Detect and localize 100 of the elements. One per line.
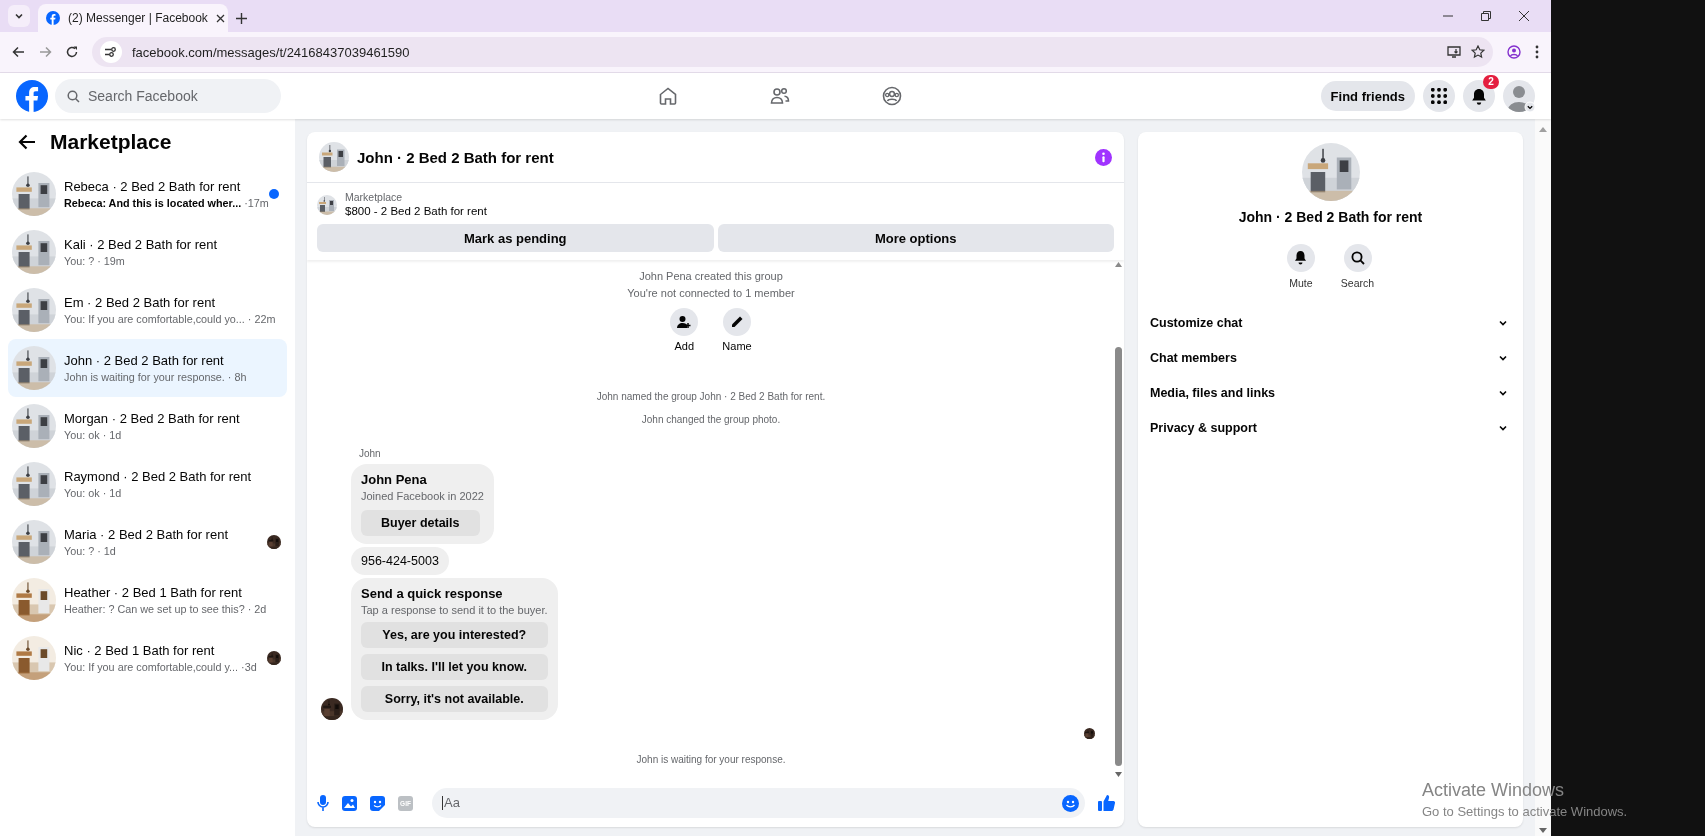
conversation-title: Raymond · 2 Bed 2 Bath for rent (64, 467, 253, 485)
chevron-icon (1499, 354, 1507, 361)
notification-badge: 2 (1483, 75, 1499, 89)
conversation-item[interactable]: Morgan · 2 Bed 2 Bath for rent You: ok · 1d (8, 397, 287, 455)
reload-icon[interactable] (66, 46, 78, 58)
find-friends-button[interactable]: Find friends (1320, 81, 1415, 111)
facebook-logo[interactable] (16, 80, 48, 112)
conversation-item[interactable]: Heather · 2 Bed 1 Bath for rent Heather: ? Can we set up to see this? · 2d (8, 571, 287, 629)
message-time: · 1d (102, 485, 122, 501)
group-event-text: John Pena created this group (639, 269, 783, 284)
chevron-icon (14, 11, 24, 21)
profile-name: John Pena (361, 472, 428, 487)
back-arrow-icon[interactable] (18, 134, 36, 150)
site-settings-icon[interactable] (105, 47, 117, 57)
conversation-title: Maria · 2 Bed 2 Bath for rent (64, 525, 230, 543)
message-time: · 1d (102, 427, 122, 443)
message-time: · 22m (247, 311, 276, 327)
photo-icon[interactable] (342, 795, 357, 811)
collapsible-section[interactable]: Privacy & support (1150, 410, 1511, 445)
scroll-down-icon[interactable] (1539, 828, 1547, 833)
message-time: · 1d (97, 543, 116, 559)
conversation-item[interactable]: Maria · 2 Bed 2 Bath for rent You: ? · 1d (8, 513, 287, 571)
menu-icon[interactable] (1535, 45, 1539, 59)
message-preview: Heather: ? Can we set up to see this? (64, 601, 245, 617)
waiting-notice: John is waiting for your response. (636, 753, 786, 766)
quick-response-button[interactable]: Sorry, it's not available. (361, 686, 548, 712)
browser-tab[interactable]: (2) Messenger | Facebook (38, 4, 228, 32)
conversation-title: Heather · 2 Bed 1 Bath for rent (64, 583, 243, 601)
message-time: · 2d (247, 601, 267, 617)
message-preview: You: ok (64, 485, 100, 501)
message-time: · 19m (97, 253, 125, 269)
conversation-title: Kali · 2 Bed 2 Bath for rent (64, 235, 219, 253)
collapsible-section[interactable]: Chat members (1150, 340, 1511, 375)
conversation-item[interactable]: Em · 2 Bed 2 Bath for rent You: If you are comfortable,could yo... · 22m (8, 281, 287, 339)
pencil-icon (730, 315, 744, 329)
scroll-down-icon[interactable] (1115, 772, 1122, 777)
menu-button[interactable] (1423, 80, 1455, 112)
message-preview: John is waiting for your response. (64, 369, 225, 385)
info-icon[interactable] (1095, 148, 1112, 166)
message-preview: You: If you are comfortable,could yo... (64, 311, 245, 327)
search-button[interactable] (1343, 244, 1372, 272)
listing-title[interactable]: $800 - 2 Bed 2 Bath for rent (345, 204, 487, 219)
emoji-icon[interactable] (1062, 794, 1079, 812)
rename-button[interactable] (723, 308, 751, 336)
group-event-text: You're not connected to 1 member (627, 286, 795, 301)
message-preview: You: If you are comfortable,could y... (64, 659, 239, 675)
buyer-details-button[interactable]: Buyer details (361, 510, 480, 536)
chevron-icon (1499, 389, 1507, 396)
message-preview: You: ok (64, 427, 100, 443)
restore-icon[interactable] (1481, 11, 1491, 21)
search-field[interactable]: Search Facebook (55, 79, 281, 113)
action-label: Add (674, 340, 695, 352)
sticker-icon[interactable] (370, 795, 385, 811)
search-icon (1350, 251, 1365, 265)
message-input[interactable]: Aa (432, 788, 1085, 818)
conversation-item[interactable]: John · 2 Bed 2 Bath for rent John is waiting for your response. · 8h (8, 339, 287, 397)
conversation-item[interactable]: Nic · 2 Bed 1 Bath for rent You: If you are comfortable,could y... ·3d (8, 629, 287, 687)
conversation-title: Nic · 2 Bed 1 Bath for rent (64, 641, 216, 659)
collapsible-section[interactable]: Media, files and links (1150, 375, 1511, 410)
microphone-icon[interactable] (317, 795, 329, 811)
group-notice-text: John changed the group photo. (641, 413, 781, 426)
listing-action-button[interactable]: More options (717, 224, 1114, 252)
new-tab-icon[interactable] (236, 13, 247, 24)
scrollbar[interactable] (1113, 260, 1124, 779)
scroll-up-icon[interactable] (1115, 262, 1122, 267)
quick-response-button[interactable]: In talks. I'll let you know. (361, 654, 548, 680)
close-icon[interactable] (215, 13, 225, 23)
action-label: Mute (1289, 277, 1313, 289)
action-label: Name (722, 340, 752, 352)
close-icon[interactable] (1519, 11, 1529, 21)
thumbs-up-icon[interactable] (1098, 794, 1116, 812)
add-member-button[interactable] (670, 308, 699, 336)
mute-button[interactable] (1286, 244, 1315, 272)
home-icon[interactable] (658, 86, 678, 106)
apps-grid-icon (1431, 88, 1447, 104)
groups-icon[interactable] (882, 86, 902, 106)
conversation-item[interactable]: Rebeca · 2 Bed 2 Bath for rent Rebeca: And this is located wher... ·17m (8, 165, 287, 223)
message-time: · 8h (227, 369, 247, 385)
action-label: Search (1340, 277, 1375, 289)
listing-label: Marketplace (345, 191, 404, 204)
message-bubble: 956-424-5003 (351, 547, 449, 575)
collapsible-section[interactable]: Customize chat (1150, 305, 1511, 340)
profile-icon[interactable] (1507, 45, 1521, 59)
listing-action-button[interactable]: Mark as pending (317, 224, 714, 252)
back-icon[interactable] (12, 46, 25, 58)
conversation-name: John · 2 Bed 2 Bath for rent (1238, 209, 1423, 225)
message-time: ·17m (244, 195, 269, 211)
conversation-item[interactable]: Kali · 2 Bed 2 Bath for rent You: ? · 19m (8, 223, 287, 281)
bell-icon (1294, 251, 1308, 265)
address-bar[interactable]: facebook.com/messages/t/24168437039461590 (92, 37, 1493, 67)
friends-icon[interactable] (770, 86, 790, 106)
add-person-icon (677, 315, 692, 329)
star-icon[interactable] (1471, 45, 1485, 59)
chevron-icon (1499, 424, 1507, 431)
quick-response-button[interactable]: Yes, are you interested? (361, 622, 548, 648)
account-avatar[interactable] (1503, 80, 1535, 112)
group-notice-text: John named the group John · 2 Bed 2 Bath for rent. (596, 390, 826, 403)
install-app-icon[interactable] (1447, 46, 1461, 58)
tab-search-button[interactable] (8, 5, 30, 27)
conversation-item[interactable]: Raymond · 2 Bed 2 Bath for rent You: ok · 1d (8, 455, 287, 513)
